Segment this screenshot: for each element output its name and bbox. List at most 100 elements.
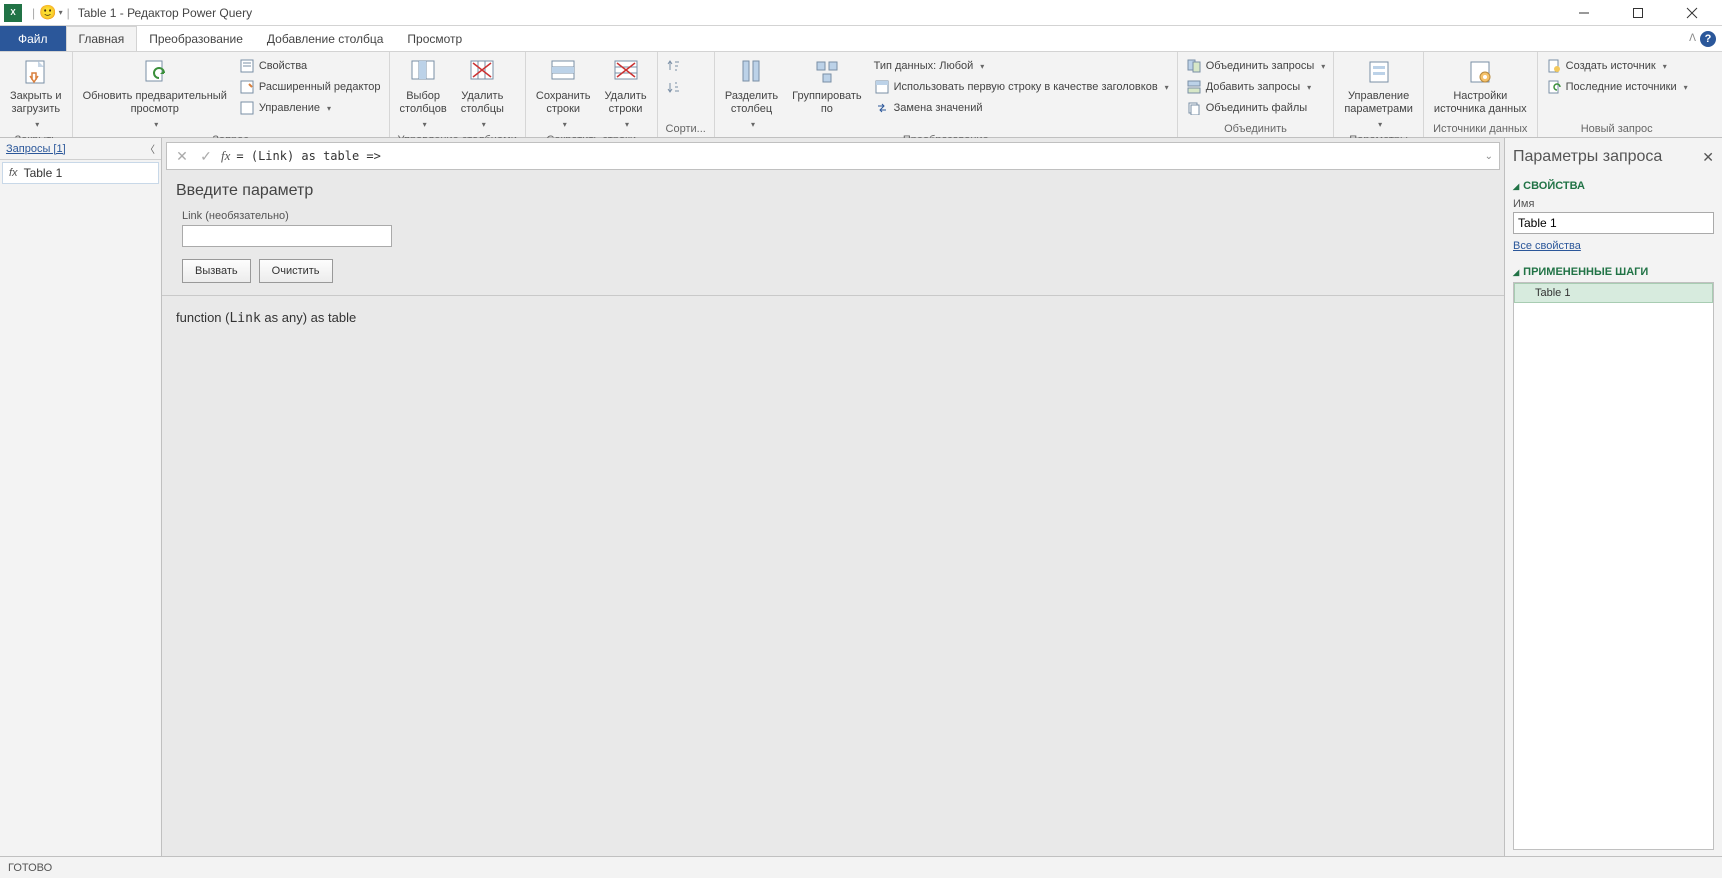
fx-icon: fx — [9, 167, 18, 179]
group-by-button[interactable]: Группировать по — [786, 54, 868, 118]
maximize-button[interactable] — [1620, 2, 1656, 24]
append-queries-button[interactable]: Добавить запросы — [1182, 77, 1330, 97]
ribbon-group-close: Закрыть и загрузить Закрыть — [0, 52, 73, 137]
manage-parameters-button[interactable]: Управление параметрами — [1338, 54, 1419, 133]
parameter-field-label: Link (необязательно) — [182, 210, 1490, 222]
replace-values-button[interactable]: Замена значений — [870, 98, 1173, 118]
first-row-headers-button[interactable]: Использовать первую строку в качестве за… — [870, 77, 1173, 97]
combine-files-button[interactable]: Объединить файлы — [1182, 98, 1330, 118]
fx-icon: fx — [221, 148, 230, 164]
parameters-icon — [1363, 56, 1395, 88]
ribbon-group-rows: Сохранить строки Удалить строки Сократит… — [526, 52, 658, 137]
ribbon-group-parameters: Управление параметрами Параметры — [1334, 52, 1424, 137]
data-source-icon — [1464, 56, 1496, 88]
manage-icon — [239, 100, 255, 116]
formula-expand-icon[interactable]: ⌄ — [1485, 151, 1493, 162]
center-area: ✕ ✓ fx ⌄ Введите параметр Link (необязат… — [162, 138, 1504, 856]
tab-view[interactable]: Просмотр — [395, 26, 474, 51]
close-button[interactable] — [1674, 2, 1710, 24]
window-controls — [1566, 2, 1718, 24]
queries-panel: Запросы [1] 〈 fx Table 1 — [0, 138, 162, 856]
sort-desc-button[interactable] — [662, 77, 686, 97]
ribbon-group-sort: Сорти... — [658, 52, 715, 137]
excel-icon: X — [4, 4, 22, 22]
refresh-icon — [139, 56, 171, 88]
data-source-settings-button[interactable]: Настройки источника данных — [1428, 54, 1533, 118]
recent-sources-button[interactable]: Последние источники — [1542, 77, 1692, 97]
query-item[interactable]: fx Table 1 — [2, 162, 159, 184]
separator: | — [32, 6, 35, 20]
ribbon-group-label: Объединить — [1182, 122, 1330, 137]
close-and-load-icon — [20, 56, 52, 88]
emoji-icon: 🙂 — [39, 4, 56, 21]
ribbon-group-label: Новый запрос — [1542, 122, 1692, 137]
split-column-icon — [735, 56, 767, 88]
formula-confirm-button[interactable]: ✓ — [197, 147, 215, 165]
combine-files-icon — [1186, 100, 1202, 116]
remove-columns-button[interactable]: Удалить столбцы — [455, 54, 510, 133]
properties-icon — [239, 58, 255, 74]
remove-rows-icon — [610, 56, 642, 88]
parameter-heading: Введите параметр — [176, 182, 1490, 200]
split-column-button[interactable]: Разделить столбец — [719, 54, 784, 133]
advanced-editor-button[interactable]: Расширенный редактор — [235, 77, 385, 97]
remove-rows-button[interactable]: Удалить строки — [599, 54, 653, 133]
append-icon — [1186, 79, 1202, 95]
ribbon-tabs: Файл Главная Преобразование Добавление с… — [0, 26, 1722, 52]
applied-step[interactable]: Table 1 — [1514, 283, 1713, 303]
invoke-button[interactable]: Вызвать — [182, 259, 251, 283]
clear-button[interactable]: Очистить — [259, 259, 333, 283]
advanced-editor-icon — [239, 79, 255, 95]
formula-input[interactable] — [236, 149, 1478, 163]
window-title: Table 1 - Редактор Power Query — [78, 6, 252, 20]
properties-button[interactable]: Свойства — [235, 56, 385, 76]
ribbon-group-columns: Выбор столбцов Удалить столбцы Управлени… — [390, 52, 526, 137]
applied-steps-section-title[interactable]: ПРИМЕНЕННЫЕ ШАГИ — [1513, 262, 1714, 282]
ribbon: Закрыть и загрузить Закрыть Обновить пре… — [0, 52, 1722, 138]
query-settings-panel: Параметры запроса ✕ СВОЙСТВА Имя Все сво… — [1504, 138, 1722, 856]
ribbon-group-combine: Объединить запросы Добавить запросы Объе… — [1178, 52, 1335, 137]
tab-home[interactable]: Главная — [66, 26, 138, 51]
tab-add-column[interactable]: Добавление столбца — [255, 26, 396, 51]
ribbon-group-label: Сорти... — [662, 122, 710, 137]
applied-steps-list: Table 1 — [1513, 282, 1714, 850]
query-item-label: Table 1 — [24, 166, 63, 180]
ribbon-collapse-icon[interactable]: ᐱ — [1689, 33, 1696, 44]
tab-file[interactable]: Файл — [0, 26, 66, 51]
sort-asc-button[interactable] — [662, 56, 686, 76]
collapse-panel-icon[interactable]: 〈 — [145, 141, 155, 156]
close-and-load-button[interactable]: Закрыть и загрузить — [4, 54, 68, 133]
close-panel-icon[interactable]: ✕ — [1702, 149, 1714, 166]
query-settings-title: Параметры запроса — [1513, 148, 1662, 166]
all-properties-link[interactable]: Все свойства — [1513, 240, 1714, 252]
minimize-button[interactable] — [1566, 2, 1602, 24]
group-by-icon — [811, 56, 843, 88]
formula-cancel-button[interactable]: ✕ — [173, 147, 191, 165]
function-signature: function (Link as any) as table — [162, 296, 1504, 340]
ribbon-group-transform: Разделить столбец Группировать по Тип да… — [715, 52, 1178, 137]
datatype-button[interactable]: Тип данных: Любой — [870, 56, 1173, 76]
choose-columns-icon — [407, 56, 439, 88]
choose-columns-button[interactable]: Выбор столбцов — [394, 54, 453, 133]
sort-desc-icon — [666, 79, 682, 95]
refresh-preview-button[interactable]: Обновить предварительный просмотр — [77, 54, 233, 133]
ribbon-group-query: Обновить предварительный просмотр Свойст… — [73, 52, 390, 137]
manage-button[interactable]: Управление — [235, 98, 385, 118]
query-name-input[interactable] — [1513, 212, 1714, 234]
remove-columns-icon — [466, 56, 498, 88]
tab-transform[interactable]: Преобразование — [137, 26, 255, 51]
merge-queries-button[interactable]: Объединить запросы — [1182, 56, 1330, 76]
separator: | — [67, 6, 70, 20]
keep-rows-button[interactable]: Сохранить строки — [530, 54, 597, 133]
help-icon[interactable]: ? — [1700, 31, 1716, 47]
table-icon — [874, 79, 890, 95]
link-input[interactable] — [182, 225, 392, 247]
properties-section-title[interactable]: СВОЙСТВА — [1513, 176, 1714, 196]
new-source-button[interactable]: Создать источник — [1542, 56, 1692, 76]
qat-dropdown-icon[interactable]: ▾ — [59, 8, 63, 17]
sort-asc-icon — [666, 58, 682, 74]
new-source-icon — [1546, 58, 1562, 74]
queries-panel-header: Запросы [1] 〈 — [0, 138, 161, 160]
recent-sources-icon — [1546, 79, 1562, 95]
queries-panel-title[interactable]: Запросы [1] — [6, 143, 66, 155]
